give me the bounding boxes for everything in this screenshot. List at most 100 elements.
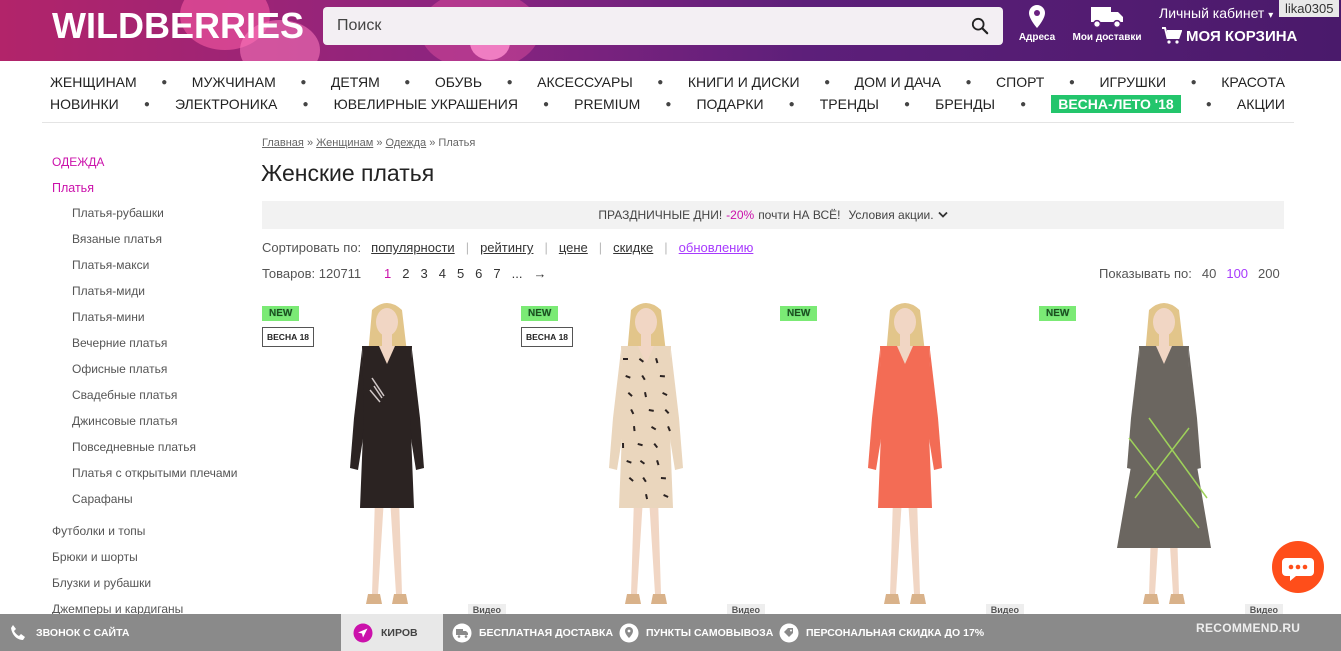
nav-item-0[interactable]: ЖЕНЩИНАМ xyxy=(50,74,137,90)
pagination: 1 2 3 4 5 6 7... → xyxy=(384,266,546,281)
model-leg xyxy=(649,498,661,594)
promo-banner[interactable]: ПРАЗДНИЧНЫЕ ДНИ! -20% почти НА ВСЁ! Усло… xyxy=(262,201,1284,229)
sidebar-item[interactable]: Сарафаны xyxy=(52,491,252,517)
model-shoe xyxy=(884,594,900,604)
cart-icon xyxy=(1162,27,1183,44)
per-page-option[interactable]: 100 xyxy=(1226,266,1248,281)
nav-item-7[interactable]: СПОРТ xyxy=(996,74,1044,90)
nav-item-1[interactable]: ЭЛЕКТРОНИКА xyxy=(175,96,277,112)
deliveries-label: Мои доставки xyxy=(1072,32,1142,43)
free-delivery-link[interactable]: БЕСПЛАТНАЯ ДОСТАВКА xyxy=(452,623,613,643)
sidebar-item[interactable]: Вязаные платья xyxy=(52,231,252,257)
per-page-option[interactable]: 40 xyxy=(1202,266,1216,281)
dress-pattern-mark xyxy=(660,477,666,480)
sidebar-item[interactable]: Офисные платья xyxy=(52,361,252,387)
product-card[interactable]: NEW ВЕСНА 18 Видео xyxy=(262,298,507,618)
nav-item-5[interactable]: ТРЕНДЫ xyxy=(820,96,879,112)
page-link[interactable]: 2 xyxy=(402,266,409,281)
nav-item-2[interactable]: ЮВЕЛИРНЫЕ УКРАШЕНИЯ xyxy=(334,96,518,112)
product-card[interactable]: NEW Видео xyxy=(780,298,1025,618)
sidebar-item[interactable]: Платья-миди xyxy=(52,283,252,309)
page-link[interactable]: 3 xyxy=(420,266,427,281)
personal-discount-link[interactable]: ПЕРСОНАЛЬНАЯ СКИДКА ДО 17% xyxy=(779,623,984,643)
product-card[interactable]: NEW ВЕСНА 18 Видео xyxy=(521,298,766,618)
promo-text: ПРАЗДНИЧНЫЕ ДНИ! xyxy=(598,208,723,222)
page-link[interactable]: 5 xyxy=(457,266,464,281)
model-face xyxy=(635,308,657,336)
nav-item-7[interactable]: ВЕСНА-ЛЕТО '18 xyxy=(1051,95,1181,113)
sort-option[interactable]: рейтингу xyxy=(480,240,533,255)
nav-item-5[interactable]: КНИГИ И ДИСКИ xyxy=(688,74,800,90)
nav-item-4[interactable]: ПОДАРКИ xyxy=(696,96,763,112)
nav-item-0[interactable]: НОВИНКИ xyxy=(50,96,119,112)
account-link[interactable]: Личный кабинет ▾ xyxy=(1159,5,1273,21)
nav-item-9[interactable]: КРАСОТА xyxy=(1221,74,1285,90)
chevron-down-icon: ▾ xyxy=(1268,10,1274,21)
call-back-button[interactable]: ЗВОНОК С САЙТА xyxy=(9,623,129,643)
page-link[interactable]: 1 xyxy=(384,266,391,281)
addresses-button[interactable]: Адреса xyxy=(1017,4,1057,43)
promo-conditions-link[interactable]: Условия акции. xyxy=(849,208,934,222)
sort-options: популярности | рейтингу | цене | скидке | обновл… xyxy=(371,240,753,255)
model-neck xyxy=(900,334,910,346)
model-neck xyxy=(641,334,651,346)
sidebar-item[interactable]: Свадебные платья xyxy=(52,387,252,413)
model-shoe xyxy=(1169,594,1185,604)
nav-item-4[interactable]: АКСЕССУАРЫ xyxy=(537,74,633,90)
call-back-label: ЗВОНОК С САЙТА xyxy=(36,627,130,639)
new-badge: NEW xyxy=(780,306,818,321)
sidebar-item[interactable]: Джинсовые платья xyxy=(52,413,252,439)
sidebar-item[interactable]: Платья-макси xyxy=(52,257,252,283)
nav-item-8[interactable]: АКЦИИ xyxy=(1237,96,1285,112)
new-badge-text: NEW xyxy=(1046,308,1070,319)
sidebar-item[interactable]: Повседневные платья xyxy=(52,439,252,465)
deliveries-button[interactable]: Мои доставки xyxy=(1070,4,1144,43)
product-count-value: 120711 xyxy=(318,266,362,281)
personal-discount-label: ПЕРСОНАЛЬНАЯ СКИДКА ДО 17% xyxy=(806,627,985,639)
sidebar-category[interactable]: Брюки и шорты xyxy=(52,549,252,575)
nav-separator-dot: ● xyxy=(965,76,972,88)
nav-separator-dot: ● xyxy=(404,76,411,88)
pickup-points-link[interactable]: ПУНКТЫ САМОВЫВОЗА xyxy=(619,623,773,643)
sidebar-item[interactable]: Платья с открытыми плечами xyxy=(52,465,252,491)
breadcrumb-link[interactable]: Одежда xyxy=(386,137,427,149)
nav-item-3[interactable]: ОБУВЬ xyxy=(435,74,482,90)
sidebar-category[interactable]: Блузки и рубашки xyxy=(52,575,252,601)
nav-item-2[interactable]: ДЕТЯМ xyxy=(331,74,380,90)
page-link: ... xyxy=(511,266,523,281)
nav-item-3[interactable]: PREMIUM xyxy=(574,96,640,112)
city-selector[interactable]: КИРОВ xyxy=(341,614,443,651)
nav-item-6[interactable]: БРЕНДЫ xyxy=(935,96,995,112)
page-link[interactable]: 4 xyxy=(439,266,446,281)
site-logo[interactable]: WILDBERRIES xyxy=(52,5,304,47)
nav-separator-dot: ● xyxy=(506,76,513,88)
nav-separator-dot: ● xyxy=(543,98,550,110)
sidebar-item[interactable]: Платья-мини xyxy=(52,309,252,335)
sidebar-category[interactable]: Футболки и топы xyxy=(52,523,252,549)
product-card[interactable]: NEW Видео xyxy=(1039,298,1284,618)
per-page-option[interactable]: 200 xyxy=(1258,266,1280,281)
sidebar-category-clothing[interactable]: ОДЕЖДА xyxy=(52,155,252,169)
cart-link[interactable]: МОЯ КОРЗИНА xyxy=(1162,27,1297,45)
nav-item-6[interactable]: ДОМ И ДАЧА xyxy=(855,74,941,90)
breadcrumb-link[interactable]: Главная xyxy=(262,137,304,149)
sidebar-subcategory-dresses[interactable]: Платья xyxy=(52,181,252,195)
chat-button[interactable] xyxy=(1272,541,1324,593)
sort-option[interactable]: популярности xyxy=(371,240,455,255)
product-image xyxy=(350,303,424,604)
bottom-bar: ЗВОНОК С САЙТА КИРОВ БЕСПЛАТНАЯ ДОСТАВКА… xyxy=(0,614,1341,651)
nav-item-1[interactable]: МУЖЧИНАМ xyxy=(192,74,276,90)
promo-percent: -20% xyxy=(726,208,755,222)
sidebar-item[interactable]: Платья-рубашки xyxy=(52,205,252,231)
search-icon[interactable] xyxy=(971,17,989,35)
next-page-arrow-icon[interactable]: → xyxy=(533,266,546,281)
page-link[interactable]: 7 xyxy=(493,266,500,281)
sidebar-item[interactable]: Вечерние платья xyxy=(52,335,252,361)
search-input[interactable] xyxy=(323,7,923,45)
page-link[interactable]: 6 xyxy=(475,266,482,281)
nav-item-8[interactable]: ИГРУШКИ xyxy=(1099,74,1166,90)
sort-option[interactable]: скидке xyxy=(613,240,653,255)
sort-option[interactable]: обновлению xyxy=(679,240,754,255)
breadcrumb-link[interactable]: Женщинам xyxy=(316,137,373,149)
sort-option[interactable]: цене xyxy=(559,240,588,255)
